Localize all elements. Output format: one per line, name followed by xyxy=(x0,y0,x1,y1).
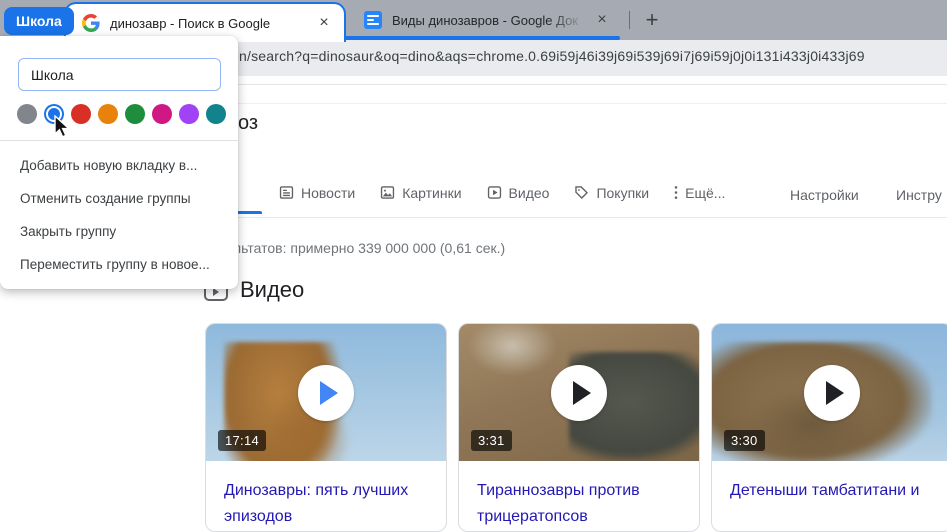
new-tab-button[interactable]: + xyxy=(638,6,666,34)
serp-settings-link[interactable]: Настройки xyxy=(790,187,859,203)
mouse-cursor xyxy=(52,115,76,141)
color-swatch-pink[interactable] xyxy=(152,104,172,124)
serp-tab-image[interactable]: Картинки xyxy=(379,184,461,201)
search-query-fragment: оз xyxy=(238,112,258,135)
play-button-icon[interactable] xyxy=(804,365,860,421)
serp-tab-label: Ещё... xyxy=(685,185,725,201)
video-thumbnail[interactable]: 3:30 xyxy=(712,324,947,461)
video-section-title: Видео xyxy=(240,277,304,303)
tab-group-badge[interactable]: Школа xyxy=(4,7,74,35)
serp-nav-tabs: Новости Картинки Видео Покупки Ещё... xyxy=(278,184,725,201)
tab-group-menu: Добавить новую вкладку в...Отменить созд… xyxy=(0,36,238,289)
close-tab-icon[interactable]: × xyxy=(592,10,612,30)
image-icon xyxy=(379,184,396,201)
video-result-card[interactable]: 3:31 Тираннозавры против трицератопсов xyxy=(458,323,700,532)
close-tab-icon[interactable]: × xyxy=(314,13,334,33)
serp-tab-more-dots[interactable]: Ещё... xyxy=(673,184,725,201)
color-swatch-purple[interactable] xyxy=(179,104,199,124)
tab-title: динозавр - Поиск в Google xyxy=(110,16,314,31)
menu-item[interactable]: Добавить новую вкладку в... xyxy=(0,149,238,182)
serp-tab-video[interactable]: Видео xyxy=(486,184,550,201)
browser-window: Школа динозавр - Поиск в Google × Виды д… xyxy=(0,0,947,532)
tab-separator xyxy=(629,11,630,29)
video-thumbnail[interactable]: 17:14 xyxy=(206,324,446,461)
tab-google-docs[interactable]: Виды динозавров - Google Док × xyxy=(348,0,620,40)
video-icon xyxy=(486,184,503,201)
serp-tab-tag[interactable]: Покупки xyxy=(573,184,649,201)
serp-tab-label: Покупки xyxy=(596,185,649,201)
video-title-link[interactable]: Детеныши тамбатитани и xyxy=(712,461,947,504)
google-g-icon xyxy=(82,14,100,32)
serp-tab-news[interactable]: Новости xyxy=(278,184,355,201)
video-title-link[interactable]: Тираннозавры против трицератопсов xyxy=(459,461,699,530)
more-dots-icon xyxy=(673,184,679,201)
serp-tools-link[interactable]: Инстру xyxy=(896,187,942,203)
serp-tab-label: Видео xyxy=(509,185,550,201)
url-text: n/search?q=dinosaur&oq=dino&aqs=chrome.0… xyxy=(239,48,865,64)
color-swatch-orange[interactable] xyxy=(98,104,118,124)
serp-tab-label: Картинки xyxy=(402,185,461,201)
color-swatch-green[interactable] xyxy=(125,104,145,124)
color-swatch-cyan[interactable] xyxy=(206,104,226,124)
menu-item[interactable]: Отменить создание группы xyxy=(0,182,238,215)
results-stats: льтатов: примерно 339 000 000 (0,61 сек.… xyxy=(233,240,505,256)
menu-item[interactable]: Переместить группу в новое... xyxy=(0,248,238,281)
color-swatch-grey[interactable] xyxy=(17,104,37,124)
video-result-card[interactable]: 17:14 Динозавры: пять лучших эпизодов xyxy=(205,323,447,532)
tab-title: Виды динозавров - Google Док xyxy=(392,13,592,28)
video-result-card[interactable]: 3:30 Детеныши тамбатитани и xyxy=(711,323,947,532)
play-button-icon[interactable] xyxy=(298,365,354,421)
play-button-icon[interactable] xyxy=(551,365,607,421)
video-title-link[interactable]: Динозавры: пять лучших эпизодов xyxy=(206,461,446,530)
video-duration-badge: 3:31 xyxy=(471,430,512,451)
menu-items: Добавить новую вкладку в...Отменить созд… xyxy=(0,149,238,281)
group-color-swatches xyxy=(17,104,226,124)
menu-divider xyxy=(0,140,238,141)
serp-tab-label: Новости xyxy=(301,185,355,201)
video-duration-badge: 3:30 xyxy=(724,430,765,451)
tag-icon xyxy=(573,184,590,201)
menu-item[interactable]: Закрыть группу xyxy=(0,215,238,248)
video-thumbnail[interactable]: 3:31 xyxy=(459,324,699,461)
news-icon xyxy=(278,184,295,201)
group-name-input[interactable] xyxy=(18,58,221,91)
google-docs-icon xyxy=(364,11,382,29)
video-duration-badge: 17:14 xyxy=(218,430,266,451)
